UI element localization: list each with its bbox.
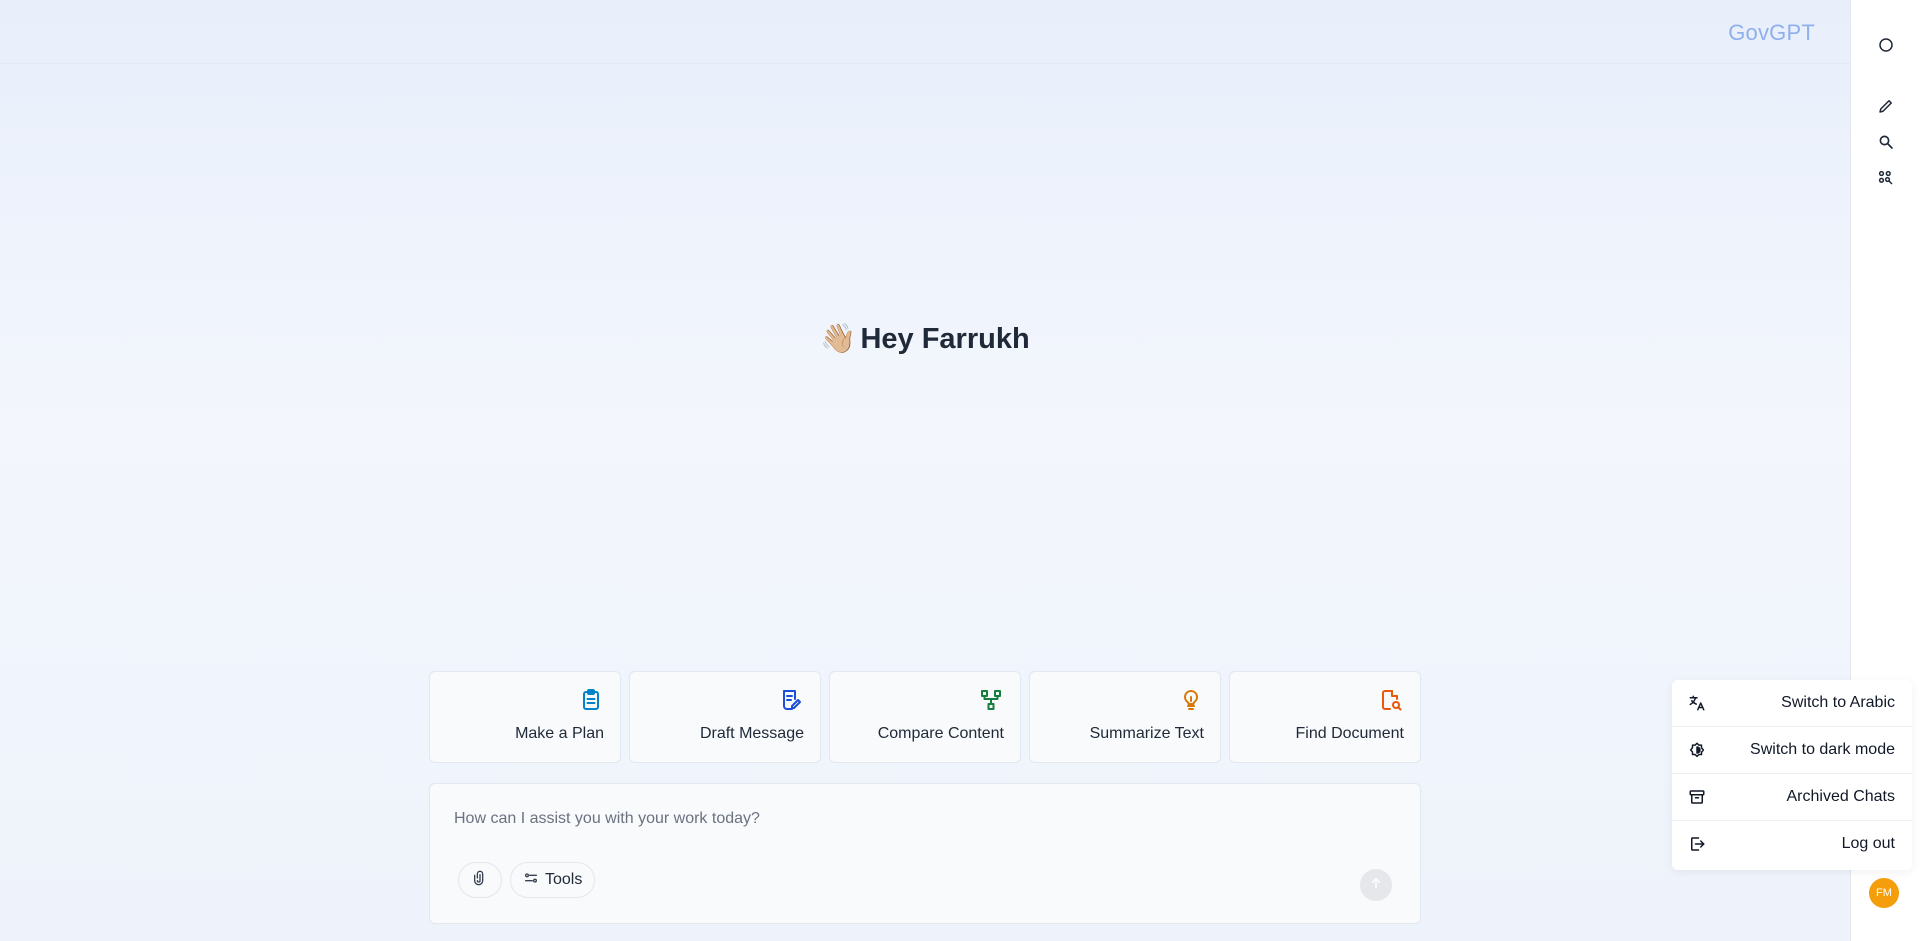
menu-item-label: Log out bbox=[1841, 835, 1895, 852]
compare-icon bbox=[978, 687, 1004, 713]
attach-button[interactable] bbox=[458, 862, 502, 898]
draft-icon bbox=[778, 687, 804, 713]
apps-search-icon[interactable] bbox=[1875, 167, 1897, 189]
greeting: 👋🏼 Hey Farrukh bbox=[0, 322, 1850, 356]
card-label: Summarize Text bbox=[1089, 725, 1204, 742]
circle-icon[interactable] bbox=[1875, 34, 1897, 56]
sliders-icon bbox=[523, 870, 539, 891]
arrow-up-icon bbox=[1369, 876, 1383, 895]
chat-composer: Tools bbox=[429, 783, 1421, 924]
lightbulb-icon bbox=[1178, 687, 1204, 713]
card-draft-message[interactable]: Draft Message bbox=[629, 671, 821, 763]
wave-emoji: 👋🏼 bbox=[820, 323, 857, 355]
paperclip-icon bbox=[472, 870, 488, 891]
tools-button[interactable]: Tools bbox=[510, 862, 596, 898]
menu-item-switch-arabic[interactable]: Switch to Arabic bbox=[1672, 680, 1912, 727]
suggestion-cards: Make a Plan Draft Message Compare Conten… bbox=[429, 671, 1421, 763]
theme-icon bbox=[1688, 741, 1706, 759]
menu-item-archived-chats[interactable]: Archived Chats bbox=[1672, 774, 1912, 821]
document-search-icon bbox=[1378, 687, 1404, 713]
menu-item-label: Switch to dark mode bbox=[1750, 741, 1895, 758]
clipboard-icon bbox=[578, 687, 604, 713]
menu-item-label: Archived Chats bbox=[1786, 788, 1896, 805]
card-compare-content[interactable]: Compare Content bbox=[829, 671, 1021, 763]
user-menu: Switch to Arabic Switch to dark mode Arc… bbox=[1672, 680, 1912, 870]
card-make-a-plan[interactable]: Make a Plan bbox=[429, 671, 621, 763]
translate-icon bbox=[1688, 694, 1706, 712]
card-label: Compare Content bbox=[877, 725, 1004, 742]
menu-item-label: Switch to Arabic bbox=[1781, 694, 1895, 711]
card-summarize-text[interactable]: Summarize Text bbox=[1029, 671, 1221, 763]
archive-icon bbox=[1688, 788, 1706, 806]
card-label: Find Document bbox=[1295, 725, 1405, 742]
top-bar: GovGPT bbox=[0, 0, 1850, 64]
brand-logo[interactable]: GovGPT bbox=[1728, 20, 1815, 46]
greeting-text: Hey Farrukh bbox=[860, 323, 1030, 355]
menu-item-log-out[interactable]: Log out bbox=[1672, 821, 1912, 868]
pencil-icon[interactable] bbox=[1875, 95, 1897, 117]
card-find-document[interactable]: Find Document bbox=[1229, 671, 1421, 763]
main-area: GovGPT 👋🏼 Hey Farrukh Make a Plan Draft M… bbox=[0, 0, 1850, 941]
chat-input[interactable] bbox=[454, 807, 1354, 831]
card-label: Make a Plan bbox=[515, 725, 604, 742]
search-icon[interactable] bbox=[1875, 131, 1897, 153]
logout-icon bbox=[1688, 835, 1706, 853]
avatar[interactable]: FM bbox=[1869, 878, 1899, 908]
tools-label: Tools bbox=[545, 871, 583, 888]
send-button[interactable] bbox=[1360, 869, 1392, 901]
menu-item-dark-mode[interactable]: Switch to dark mode bbox=[1672, 727, 1912, 774]
card-label: Draft Message bbox=[699, 725, 804, 742]
